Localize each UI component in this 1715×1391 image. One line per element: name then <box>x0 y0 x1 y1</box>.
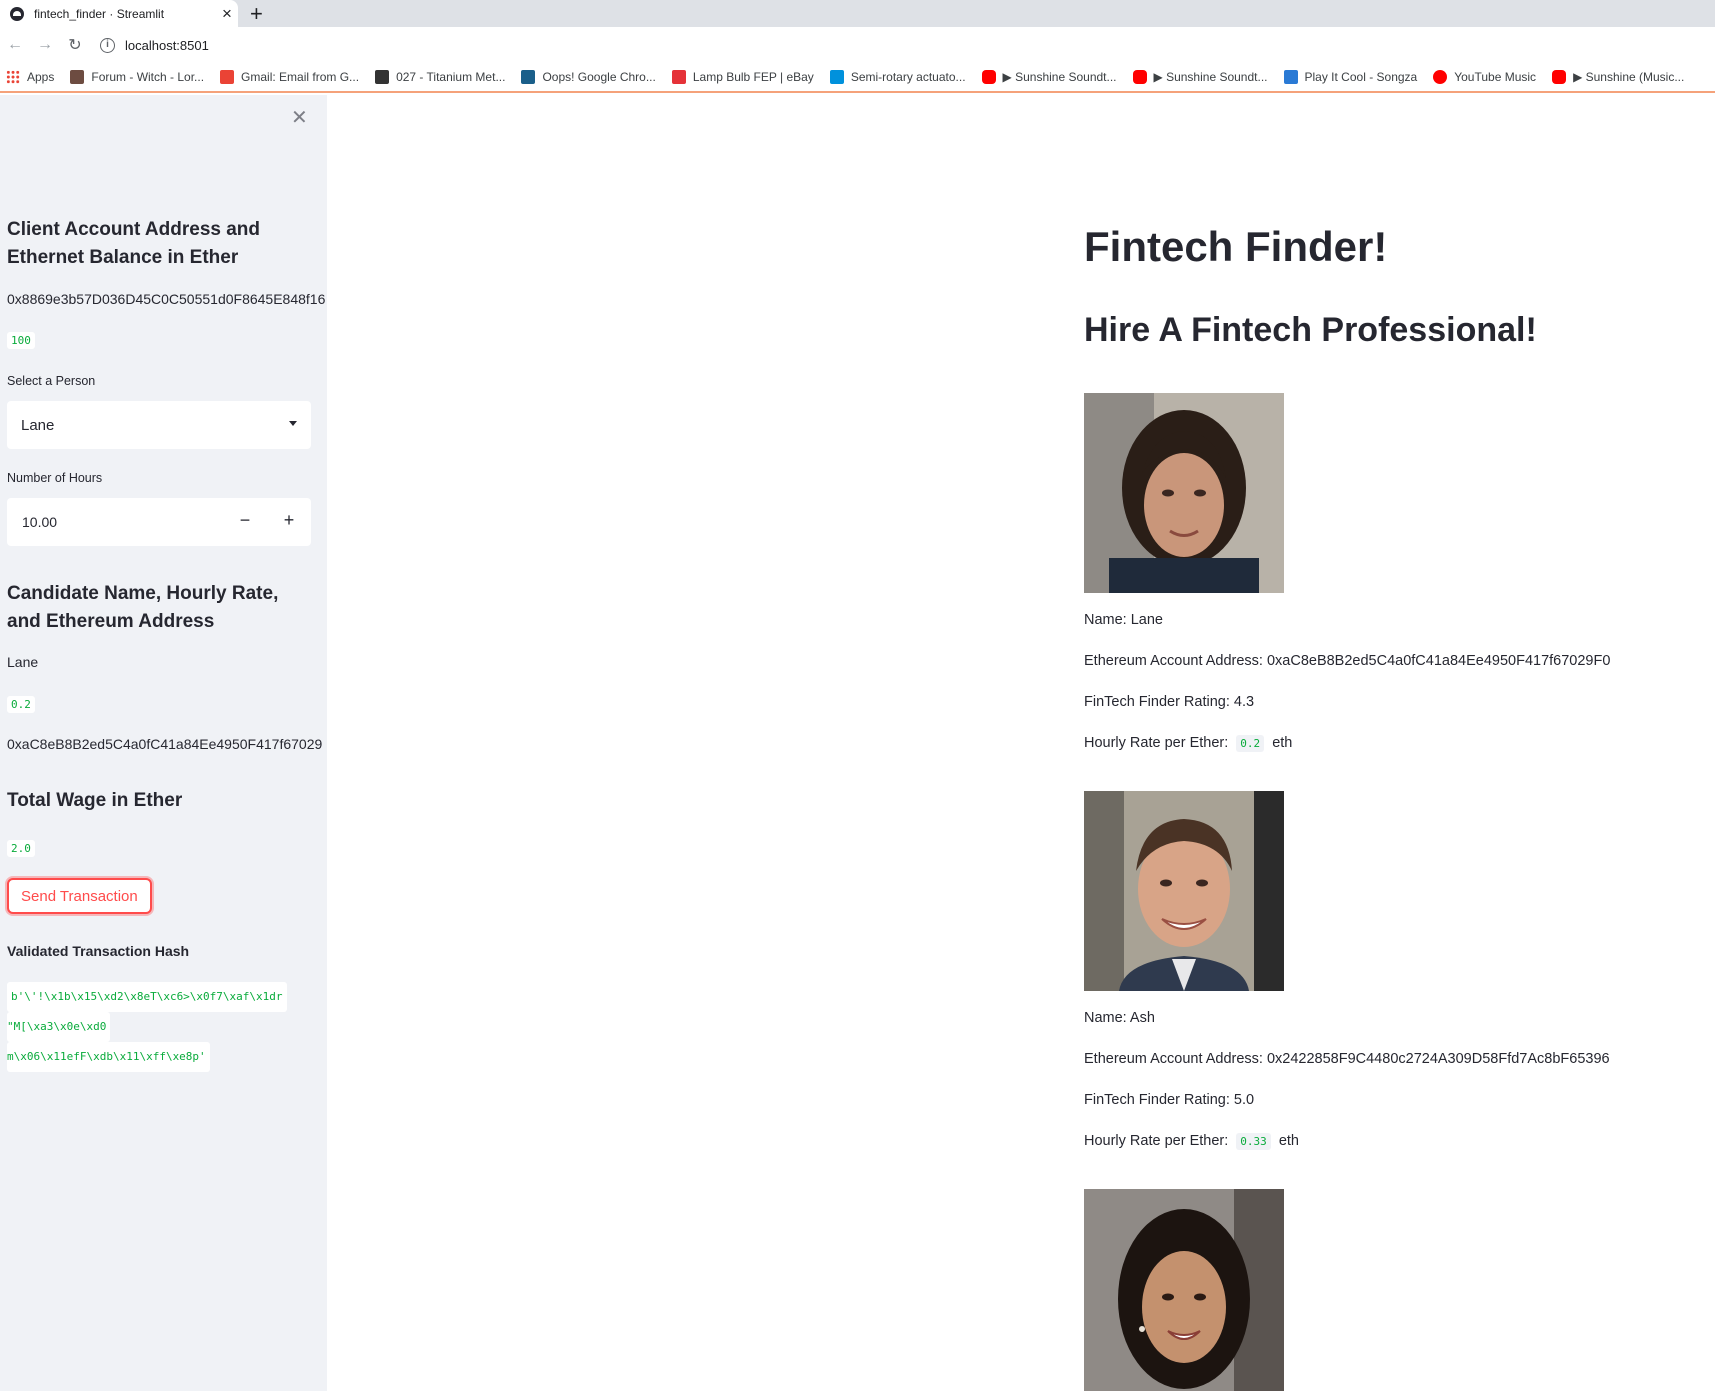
hours-number-input[interactable]: 10.00 − + <box>7 498 311 546</box>
bookmarks-bar: Apps Forum - Witch - Lor... Gmail: Email f… <box>0 63 1715 93</box>
bookmark-item[interactable]: Lamp Bulb FEP | eBay <box>671 70 814 84</box>
candidate-photo-ash <box>1084 791 1284 991</box>
chevron-down-icon <box>289 421 297 426</box>
bookmark-label: Gmail: Email from G... <box>241 70 360 84</box>
page-title: Fintech Finder! <box>1084 223 1388 270</box>
bookmark-item[interactable]: Apps <box>6 70 54 84</box>
rate-label: Hourly Rate per Ether: <box>1084 1133 1229 1149</box>
bookmark-label: 027 - Titanium Met... <box>396 70 506 84</box>
hash-line: m\x06\x11efF\xdb\x11\xff\xe8p' <box>7 1042 210 1072</box>
select-person-label: Select a Person <box>7 374 96 388</box>
wage-value: 2.0 <box>7 840 35 857</box>
wage-heading: Total Wage in Ether <box>7 790 183 811</box>
youtube-icon <box>1132 70 1147 84</box>
forward-icon[interactable]: → <box>30 36 60 54</box>
sidebar-close-icon[interactable]: ✕ <box>291 105 308 130</box>
browser-toolbar: ← → ↻ i localhost:8501 <box>0 27 1715 63</box>
bookmark-item[interactable]: Oops! Google Chro... <box>521 70 656 84</box>
rate-unit: eth <box>1278 1133 1299 1149</box>
address-bar[interactable]: i localhost:8501 <box>100 31 209 59</box>
youtube-icon <box>981 70 996 84</box>
candidate-name-line: Name: Lane <box>1084 612 1163 628</box>
bookmark-label: YouTube Music <box>1454 70 1537 84</box>
bookmark-item[interactable]: YouTube Music <box>1433 70 1536 84</box>
bookmark-label: Forum - Witch - Lor... <box>91 70 205 84</box>
candidate-photo-lane <box>1084 393 1284 593</box>
candidate-rate-line: Hourly Rate per Ether: 0.33 eth <box>1084 1133 1299 1150</box>
send-transaction-button[interactable]: Send Transaction <box>7 878 152 914</box>
candidate-rating-line: FinTech Finder Rating: 4.3 <box>1084 694 1255 710</box>
hash-line: b'\'!\x1b\x15\xd2\x8eT\xc6>\x0f7\xaf\x1d… <box>7 982 287 1012</box>
hours-label: Number of Hours <box>7 471 103 485</box>
bookmark-label: Semi-rotary actuato... <box>850 70 966 84</box>
candidate-address-line: Ethereum Account Address: 0x2422858F9C44… <box>1084 1051 1610 1067</box>
bookmark-item[interactable]: ▶ Sunshine Soundt... <box>981 70 1117 84</box>
candidate-rate-line: Hourly Rate per Ether: 0.2 eth <box>1084 735 1292 752</box>
rate-value: 0.33 <box>1236 1133 1271 1150</box>
bookmark-label: Oops! Google Chro... <box>542 70 656 84</box>
candidate-address-line: Ethereum Account Address: 0xaC8eB8B2ed5C… <box>1084 653 1611 669</box>
rate-unit: eth <box>1272 735 1293 751</box>
tab-title: fintech_finder · Streamlit <box>34 6 165 21</box>
candidate-rate: 0.2 <box>7 696 35 713</box>
account-balance: 100 <box>7 332 35 349</box>
decrement-button[interactable]: − <box>233 510 257 531</box>
bookmark-label: Apps <box>27 70 55 84</box>
tab-close-icon[interactable]: × <box>216 4 238 24</box>
site-info-icon[interactable]: i <box>100 37 115 53</box>
bookmark-item[interactable]: Play It Cool - Songza <box>1283 70 1418 84</box>
hash-heading: Validated Transaction Hash <box>7 943 190 959</box>
bookmark-label: Play It Cool - Songza <box>1304 70 1418 84</box>
bookmark-label: Lamp Bulb FEP | eBay <box>692 70 814 84</box>
bookmark-item[interactable]: Forum - Witch - Lor... <box>70 70 204 84</box>
bookmark-label: ▶ Sunshine Soundt... <box>1153 70 1268 84</box>
streamlit-favicon-icon <box>10 6 24 21</box>
transaction-hash: b'\'!\x1b\x15\xd2\x8eT\xc6>\x0f7\xaf\x1d… <box>7 982 287 1072</box>
account-address: 0x8869e3b57D036D45C0C50551d0F8645E848f16 <box>7 291 326 307</box>
candidate-heading: Candidate Name, Hourly Rate, and Ethereu… <box>7 583 279 632</box>
titanium-icon <box>375 70 390 84</box>
youtube-music-icon <box>1433 70 1448 84</box>
browser-tabstrip: fintech_finder · Streamlit × + <box>0 0 1715 27</box>
back-icon[interactable]: ← <box>0 36 30 54</box>
url-text: localhost:8501 <box>125 37 209 53</box>
hours-value: 10.00 <box>22 514 58 530</box>
rate-value: 0.2 <box>1236 735 1265 752</box>
youtube-icon <box>1552 70 1567 84</box>
apps-grid-icon <box>6 70 20 84</box>
select-person-value: Lane <box>21 416 55 434</box>
main-content: Fintech Finder! Hire A Fintech Professio… <box>327 95 1715 1391</box>
bookmark-label: ▶ Sunshine Soundt... <box>1002 70 1117 84</box>
increment-button[interactable]: + <box>277 510 301 531</box>
sidebar: ✕ Client Account Address and Ethernet Ba… <box>0 95 327 1391</box>
browser-tab[interactable]: fintech_finder · Streamlit × <box>0 0 238 27</box>
page-subtitle: Hire A Fintech Professional! <box>1084 311 1537 349</box>
bookmark-label: ▶ Sunshine (Music... <box>1573 70 1685 84</box>
hash-line: "M[\xa3\x0e\xd0 <box>7 1012 111 1042</box>
gmail-icon <box>220 70 235 84</box>
bookmark-item[interactable]: 027 - Titanium Met... <box>375 70 505 84</box>
candidate-name: Lane <box>7 654 39 670</box>
ebay-bag-icon <box>671 70 686 84</box>
witch-hat-icon <box>70 70 85 84</box>
bookmark-item[interactable]: ▶ Sunshine Soundt... <box>1132 70 1268 84</box>
candidate-address: 0xaC8eB8B2ed5C4a0fC41a84Ee4950F417f67029 <box>7 736 323 752</box>
bookmark-item[interactable]: Gmail: Email from G... <box>220 70 359 84</box>
candidate-photo-third <box>1084 1189 1284 1391</box>
bookmark-item[interactable]: ▶ Sunshine (Music... <box>1552 70 1684 84</box>
osti-icon <box>521 70 536 84</box>
account-heading: Client Account Address and Ethernet Bala… <box>7 219 261 268</box>
select-person-dropdown[interactable]: Lane <box>7 401 311 449</box>
new-tab-icon[interactable]: + <box>250 1 263 27</box>
bookmark-item[interactable]: Semi-rotary actuato... <box>829 70 966 84</box>
festo-icon <box>829 70 844 84</box>
candidate-rating-line: FinTech Finder Rating: 5.0 <box>1084 1092 1255 1108</box>
candidate-name-line: Name: Ash <box>1084 1010 1155 1026</box>
reload-icon[interactable]: ↻ <box>60 35 90 55</box>
songza-icon <box>1283 70 1298 84</box>
rate-label: Hourly Rate per Ether: <box>1084 735 1229 751</box>
